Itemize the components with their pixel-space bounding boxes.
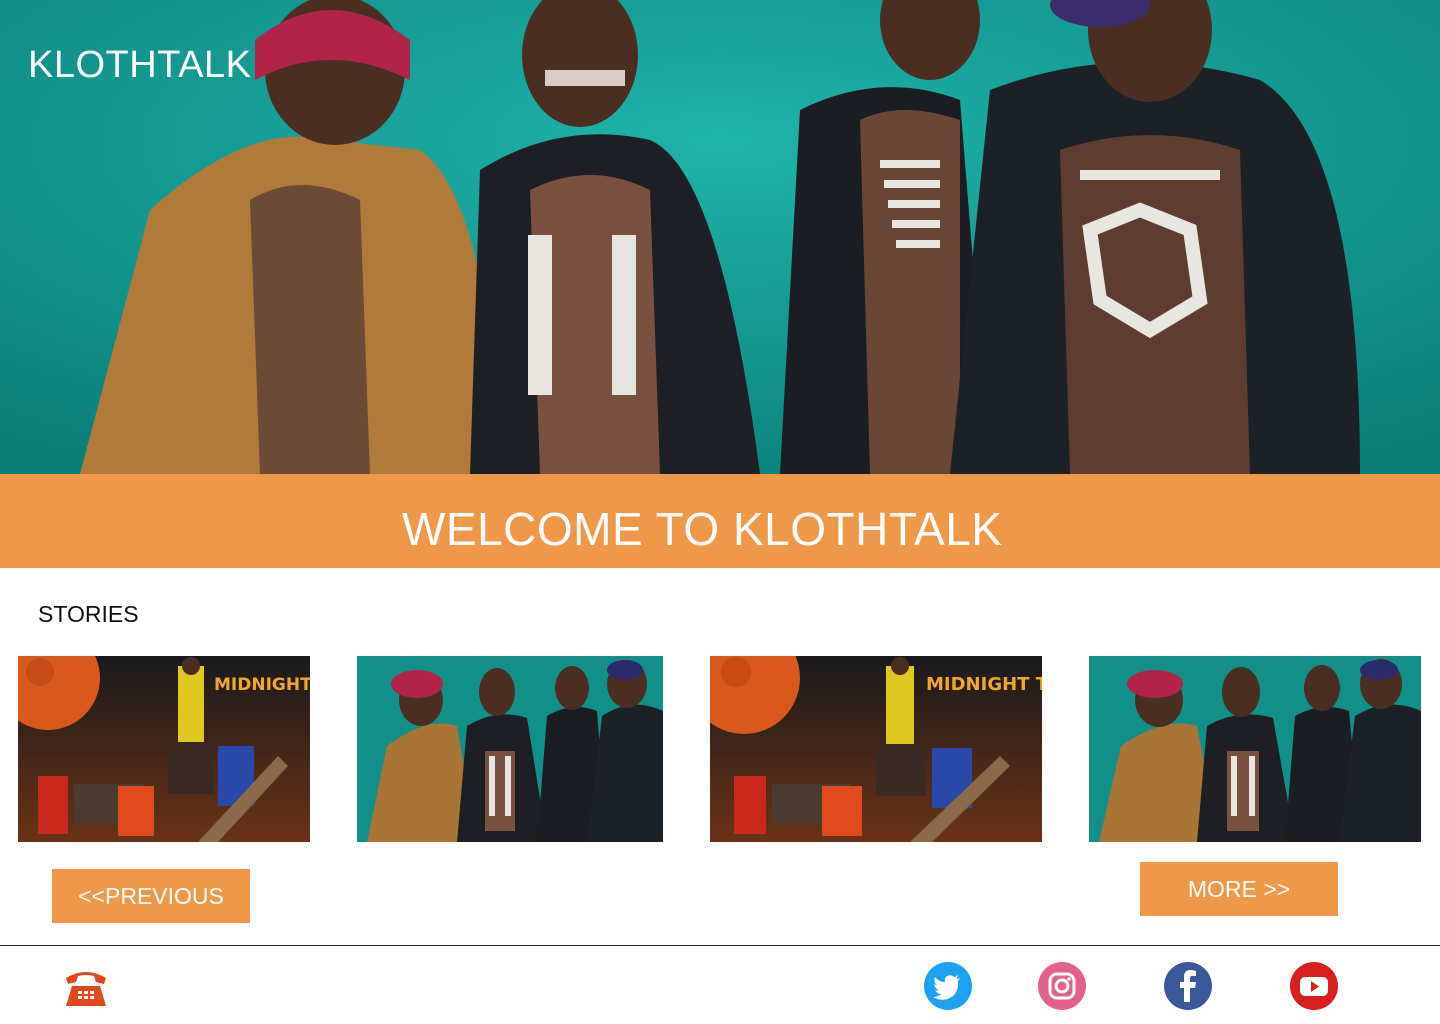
- story-image-midnight-train: MIDNIGHT TRAIN: [18, 656, 310, 842]
- welcome-title: WELCOME TO KLOTHTALK: [402, 503, 1003, 555]
- facebook-icon[interactable]: [1164, 962, 1212, 1010]
- story-card-3[interactable]: MIDNIGHT TRAIN: [710, 656, 1042, 842]
- previous-button[interactable]: <<PREVIOUS: [52, 869, 250, 923]
- youtube-icon[interactable]: [1290, 962, 1338, 1010]
- instagram-icon[interactable]: [1038, 962, 1086, 1010]
- more-button[interactable]: MORE >>: [1140, 862, 1338, 916]
- telephone-icon[interactable]: [62, 964, 110, 1012]
- stories-heading: STORIES: [38, 601, 139, 627]
- story-image-overlay-text: MIDNIGHT TRAIN: [926, 674, 1042, 695]
- story-image-group-photo: [357, 656, 663, 842]
- story-card-2[interactable]: [357, 656, 663, 842]
- welcome-banner: WELCOME TO KLOTHTALK: [0, 474, 1440, 568]
- story-image-overlay-text: MIDNIGHT TRAIN: [214, 675, 310, 695]
- story-image-midnight-train: MIDNIGHT TRAIN: [710, 656, 1042, 842]
- brand-logo[interactable]: KLOTHTALK: [28, 44, 251, 87]
- twitter-icon[interactable]: [924, 962, 972, 1010]
- story-card-4[interactable]: [1089, 656, 1421, 842]
- hero-banner: KLOTHTALK: [0, 0, 1440, 474]
- story-card-1[interactable]: MIDNIGHT TRAIN: [18, 656, 310, 842]
- footer-divider: [0, 945, 1440, 946]
- story-image-group-photo: [1089, 656, 1421, 842]
